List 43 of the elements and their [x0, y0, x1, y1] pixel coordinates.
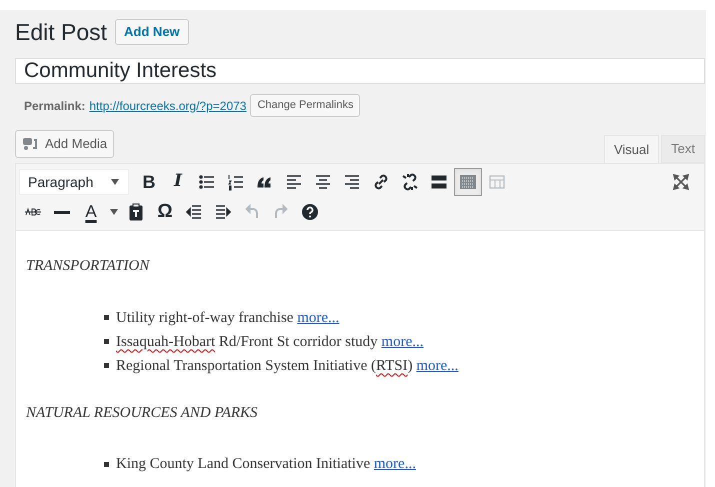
- text-color-button[interactable]: A: [77, 198, 105, 226]
- permalink-label: Permalink:: [23, 98, 86, 114]
- more-link[interactable]: more...: [297, 310, 340, 326]
- media-icon: [22, 137, 40, 151]
- editor-tab[interactable]: Text: [661, 135, 705, 163]
- section-heading: NATURAL RESOURCES AND PARKS: [26, 404, 258, 422]
- list-item-text: Utility right-of-way franchise more...: [116, 308, 340, 328]
- add-media-button[interactable]: Add Media: [15, 130, 114, 158]
- align-right-icon: [342, 172, 362, 192]
- bullet-icon: [104, 315, 109, 320]
- special-character-button[interactable]: Ω: [151, 198, 179, 226]
- page-title: Edit Post: [15, 18, 108, 47]
- numbered-list-icon: [226, 172, 246, 192]
- title-field[interactable]: Community Interests: [15, 58, 705, 84]
- section-heading: TRANSPORTATION: [26, 257, 150, 276]
- fullscreen-icon: [671, 172, 691, 192]
- toolbar-toggle-icon: [458, 172, 478, 192]
- add-new-button[interactable]: Add New: [115, 19, 189, 45]
- permalink-link[interactable]: http://fourcreeks.org/?p=2073: [89, 96, 246, 114]
- align-center-icon: [313, 172, 333, 192]
- outdent-icon: [184, 202, 204, 222]
- toolbar-toggle-button[interactable]: [454, 168, 482, 196]
- bullet-list-icon: [197, 172, 217, 192]
- align-left-icon: [284, 172, 304, 192]
- bullet-icon: [104, 462, 109, 466]
- change-permalinks-button[interactable]: Change Permalinks: [250, 94, 360, 117]
- caret-icon: [110, 178, 120, 186]
- format-select[interactable]: Paragraph: [19, 169, 129, 195]
- editor-tab[interactable]: Visual: [604, 135, 660, 163]
- list-item-text: Issaquah-Hobart Rd/Front St corridor study more...: [116, 332, 424, 352]
- list-item-text: King County Land Conservation Initiative more...: [116, 455, 416, 474]
- indent-icon: [213, 202, 233, 222]
- bullet-icon: [104, 363, 109, 368]
- bullet-icon: [104, 339, 109, 344]
- more-link[interactable]: more...: [374, 456, 416, 472]
- more-link[interactable]: more...: [381, 334, 424, 350]
- italic-button[interactable]: I: [164, 168, 192, 196]
- help-icon: [300, 202, 320, 222]
- more-link[interactable]: more...: [416, 358, 458, 374]
- caret-icon: [109, 208, 119, 216]
- list-item-text: Regional Transportation System Initiative (RTSI) more...: [116, 356, 458, 376]
- unlink-icon: [400, 172, 420, 192]
- bold-button[interactable]: B: [135, 168, 163, 196]
